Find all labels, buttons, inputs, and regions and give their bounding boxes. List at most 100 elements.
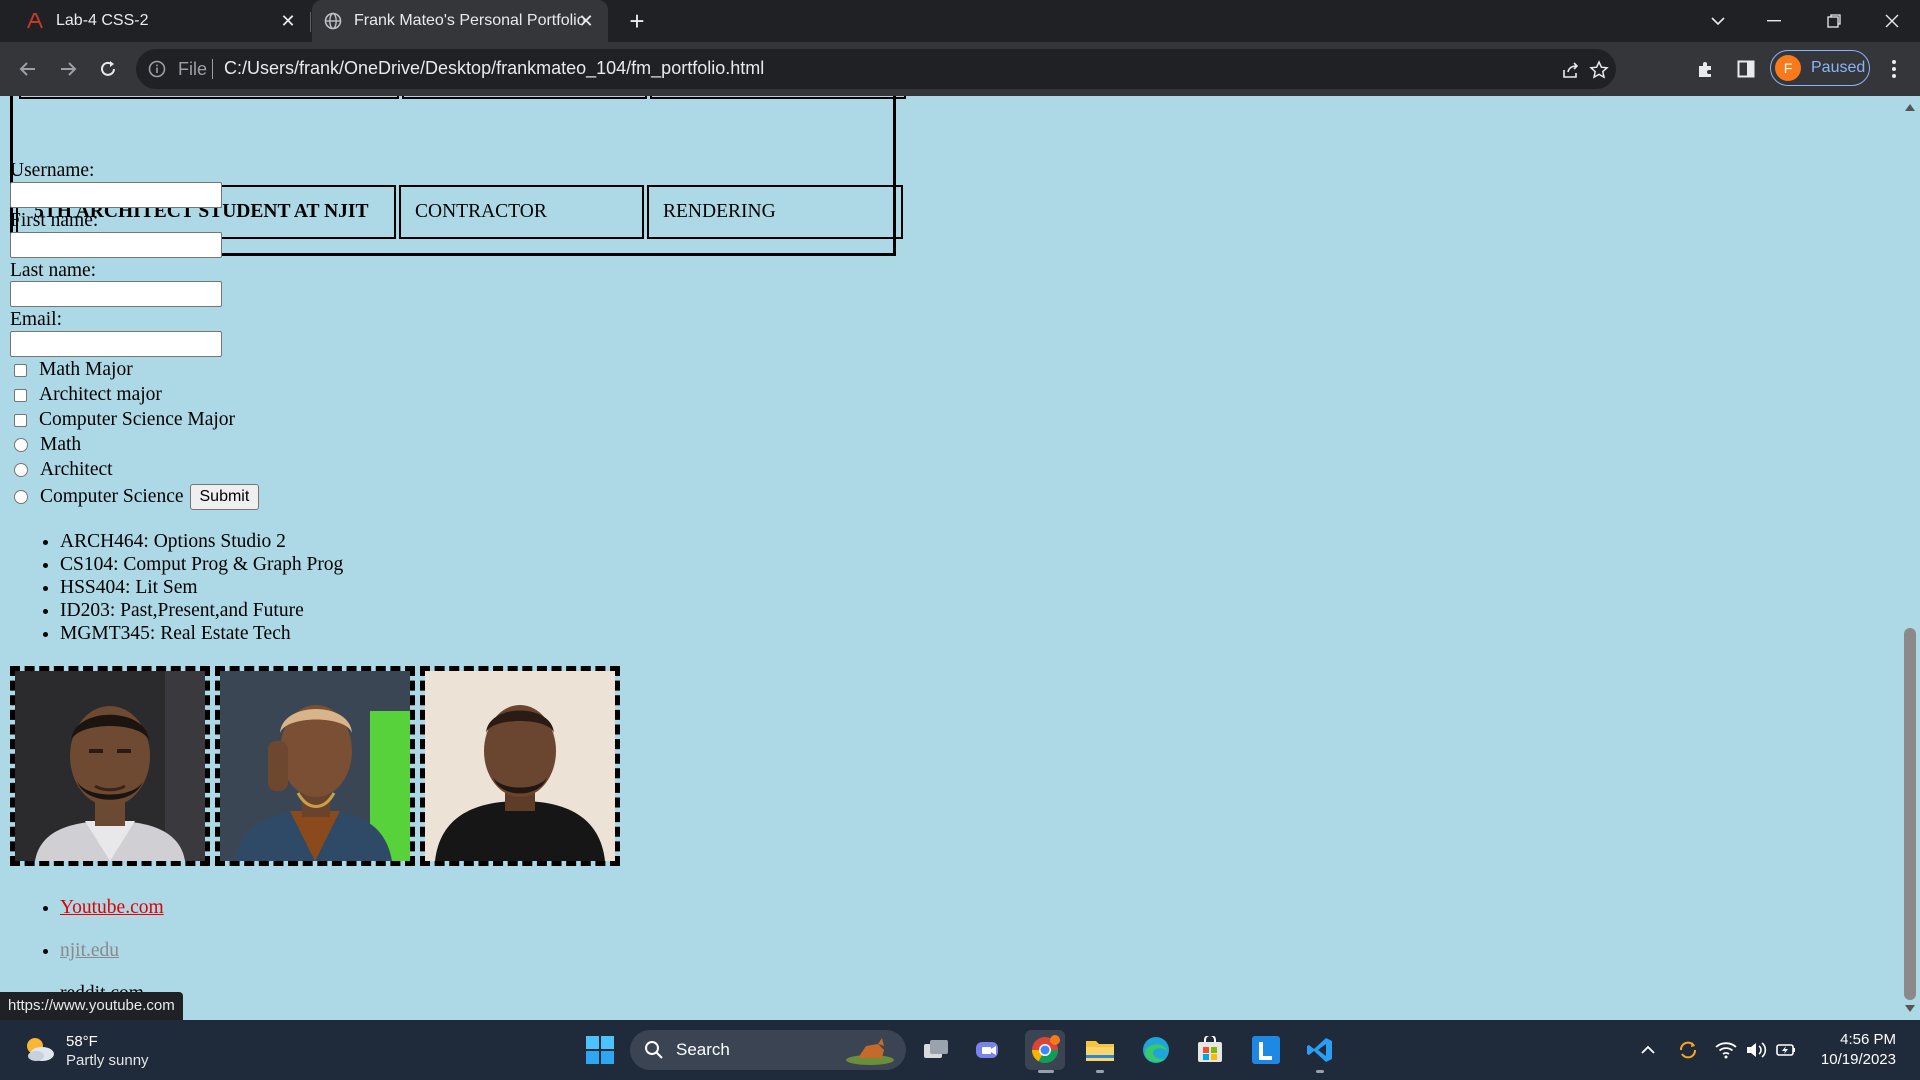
link-status-tooltip: https://www.youtube.com (0, 992, 183, 1020)
checkbox[interactable] (14, 363, 27, 377)
partly-sunny-icon (22, 1034, 56, 1068)
file-explorer-icon[interactable] (1080, 1030, 1120, 1070)
first-name-input[interactable] (10, 232, 222, 258)
lab-favicon-icon (26, 12, 44, 30)
bookmark-star-icon[interactable] (1588, 59, 1610, 81)
submit-button[interactable]: Submit (189, 484, 260, 510)
back-arrow-icon[interactable] (14, 55, 42, 83)
youtube-link[interactable]: Youtube.com (60, 897, 164, 918)
start-button[interactable] (580, 1030, 620, 1070)
active-indicator (1038, 1070, 1054, 1073)
globe-icon (324, 12, 342, 30)
chrome-icon[interactable] (1025, 1030, 1065, 1070)
tab-lab4[interactable]: Lab-4 CSS-2 ✕ (14, 0, 310, 42)
weather-temp: 58°F (66, 1033, 98, 1050)
list-item: njit.edu (60, 929, 164, 972)
info-icon[interactable] (148, 60, 166, 82)
address-bar[interactable]: File C:/Users/frank/OneDrive/Desktop/fra… (136, 49, 1616, 89)
running-indicator (1096, 1070, 1104, 1073)
checkbox-architect-major[interactable]: Architect major (14, 384, 162, 406)
portrait-photo-3 (420, 666, 620, 866)
task-view-icon[interactable] (916, 1030, 956, 1070)
tab-title: Lab-4 CSS-2 (56, 12, 149, 29)
tab-title: Frank Mateo's Personal Portfolio (354, 12, 586, 29)
system-clock[interactable]: 4:56 PM 10/19/2023 (1814, 1030, 1896, 1070)
reload-icon[interactable] (94, 55, 122, 83)
username-label: Username: (10, 160, 95, 181)
tab-strip: Lab-4 CSS-2 ✕ Frank Mateo's Personal Por… (0, 0, 1920, 42)
new-tab-button[interactable]: + (624, 8, 650, 34)
scroll-down-arrow-icon[interactable] (1905, 1005, 1915, 1012)
tab-divider (310, 12, 311, 32)
table-cell-contractor: CONTRACTOR (399, 185, 644, 239)
table-cell (650, 96, 906, 99)
profile-button[interactable]: F Paused (1770, 50, 1870, 86)
weather-description: Partly sunny (66, 1052, 149, 1069)
username-input[interactable] (10, 182, 222, 208)
restore-icon[interactable] (1808, 0, 1860, 42)
email-label: Email: (10, 309, 62, 330)
lightshot-l-icon[interactable] (1246, 1030, 1286, 1070)
microsoft-store-icon[interactable] (1190, 1030, 1230, 1070)
scroll-thumb[interactable] (1904, 628, 1916, 1000)
share-icon[interactable] (1560, 59, 1582, 81)
checkbox[interactable] (14, 413, 27, 427)
edge-icon[interactable] (1136, 1030, 1176, 1070)
vscode-icon[interactable] (1300, 1030, 1340, 1070)
volume-icon[interactable] (1744, 1038, 1768, 1062)
teams-chat-icon[interactable] (968, 1030, 1008, 1070)
list-item: ARCH464: Options Studio 2 (60, 530, 343, 553)
clock-time: 4:56 PM (1840, 1031, 1896, 1048)
sync-icon[interactable] (1676, 1038, 1700, 1062)
scroll-up-arrow-icon[interactable] (1905, 104, 1915, 111)
list-item: Youtube.com (60, 886, 164, 929)
search-icon (644, 1040, 664, 1060)
forward-arrow-icon[interactable] (54, 55, 82, 83)
url-text[interactable]: C:/Users/frank/OneDrive/Desktop/frankmat… (224, 58, 764, 79)
checkbox[interactable] (14, 388, 27, 402)
avatar: F (1775, 55, 1801, 81)
list-item: CS104: Comput Prog & Graph Prog (60, 553, 343, 576)
first-name-label: First name: (10, 210, 99, 231)
browser-toolbar: File C:/Users/frank/OneDrive/Desktop/fra… (0, 42, 1920, 96)
scheme-label: File (178, 59, 208, 79)
portrait-photo-1 (10, 666, 210, 866)
radio-architect[interactable]: Architect (14, 459, 113, 481)
photo-gallery (10, 666, 625, 866)
page-viewport: 5TH ARCHITECT STUDENT AT NJIT CONTRACTOR… (0, 96, 1920, 1020)
table-cell (402, 96, 647, 99)
tab-search-chevron-icon[interactable] (1692, 0, 1744, 42)
radio[interactable] (14, 463, 28, 477)
search-highlight-icon (844, 1034, 896, 1070)
last-name-label: Last name: (10, 260, 97, 281)
extensions-icon[interactable] (1692, 55, 1720, 83)
weather-widget[interactable]: 58°F Partly sunny (22, 1032, 149, 1070)
radio-math[interactable]: Math (14, 434, 81, 456)
njit-link[interactable]: njit.edu (60, 940, 119, 961)
side-panel-icon[interactable] (1732, 55, 1760, 83)
taskbar-search[interactable]: Search (630, 1030, 906, 1070)
minimize-icon[interactable] (1748, 0, 1800, 42)
radio-computer-science[interactable]: Computer Science Submit (14, 484, 260, 510)
close-window-icon[interactable] (1866, 0, 1918, 42)
radio[interactable] (14, 438, 28, 452)
battery-icon[interactable] (1774, 1038, 1798, 1062)
checkbox-cs-major[interactable]: Computer Science Major (14, 409, 235, 431)
tab-portfolio[interactable]: Frank Mateo's Personal Portfolio ✕ (312, 0, 608, 42)
wifi-icon[interactable] (1714, 1038, 1738, 1062)
vertical-scrollbar[interactable] (1900, 96, 1920, 1020)
list-item: HSS404: Lit Sem (60, 576, 343, 599)
radio[interactable] (14, 490, 28, 504)
checkbox-math-major[interactable]: Math Major (14, 359, 133, 381)
table-cell-rendering: RENDERING (647, 185, 903, 239)
list-item: ID203: Past,Present,and Future (60, 599, 343, 622)
last-name-input[interactable] (10, 281, 222, 307)
more-menu-icon[interactable] (1880, 55, 1908, 83)
show-hidden-icons-chevron-icon[interactable] (1636, 1038, 1660, 1062)
portrait-photo-2 (215, 666, 415, 866)
close-tab-icon[interactable]: ✕ (576, 11, 596, 31)
close-tab-icon[interactable]: ✕ (278, 11, 298, 31)
email-input[interactable] (10, 331, 222, 357)
clock-date: 10/19/2023 (1820, 1051, 1896, 1068)
table-cell (19, 96, 399, 99)
